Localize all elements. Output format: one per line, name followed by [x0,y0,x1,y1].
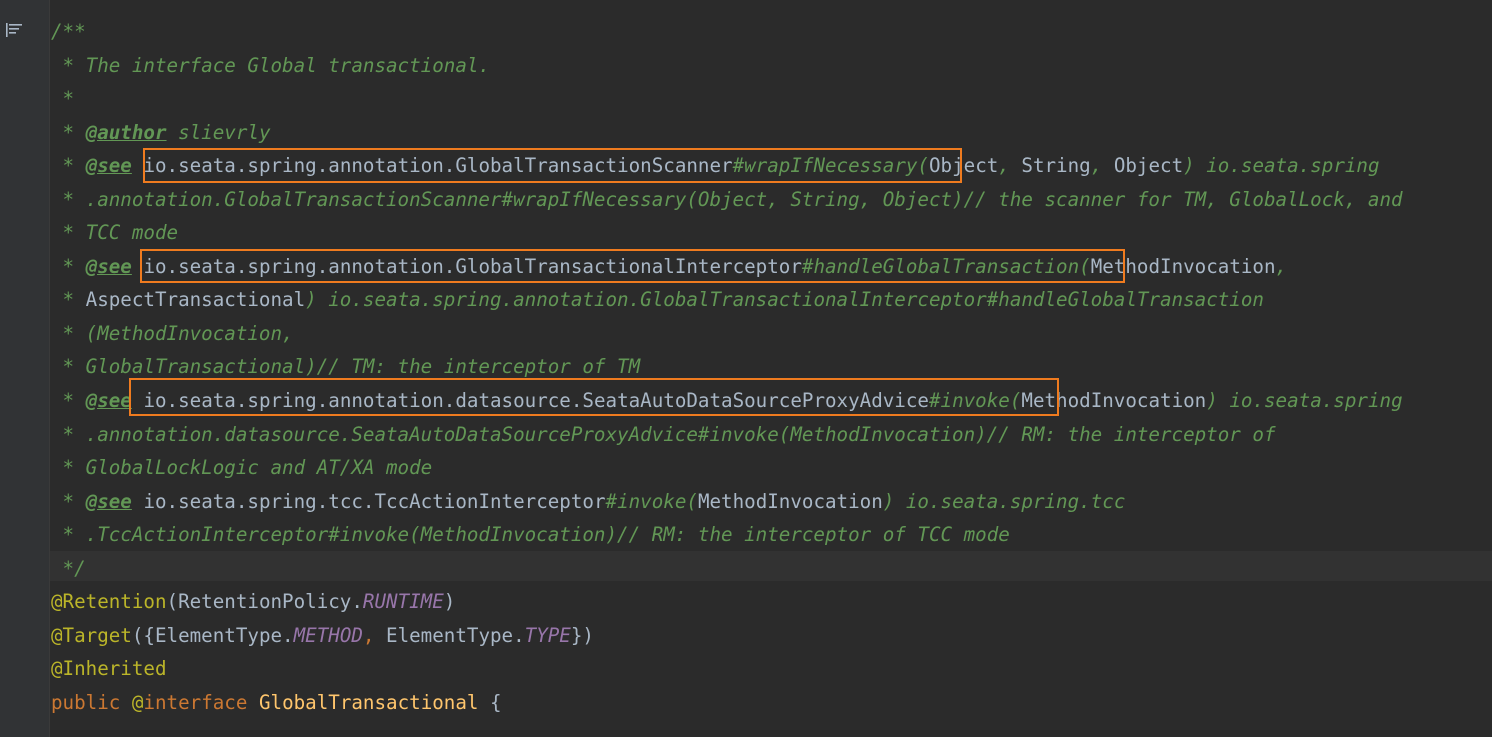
code-token: Object [1113,154,1184,178]
code-token: * .TccActionInterceptor#invoke(MethodInv… [51,523,1010,547]
code-line[interactable]: * AspectTransactional) io.seata.spring.a… [51,283,1492,317]
code-token: * [51,120,86,144]
code-token: * [51,87,75,111]
code-line[interactable]: * @see io.seata.spring.annotation.Global… [51,250,1492,284]
code-line[interactable]: * @see io.seata.spring.annotation.dataso… [51,384,1492,418]
code-token: MethodInvocation [1090,254,1276,278]
code-token: @Retention [51,590,167,614]
code-line[interactable]: /** [51,15,1492,49]
code-token: ) io.seata.spring [1183,154,1380,178]
code-token: AspectTransactional [85,288,306,312]
code-token: public [51,690,132,714]
code-token: @Inherited [51,657,167,681]
code-token: * .annotation.datasource.SeataAutoDataSo… [51,422,1276,446]
code-line[interactable]: * @see io.seata.spring.annotation.Global… [51,149,1492,183]
code-token: #wrapIfNecessary( [732,154,929,178]
code-lines[interactable]: /** * The interface Global transactional… [51,15,1492,719]
code-line[interactable]: * TCC mode [51,216,1492,250]
code-line[interactable]: * .annotation.GlobalTransactionScanner#w… [51,183,1492,217]
code-token: ) io.seata.spring.tcc [882,489,1126,513]
code-token: * GlobalLockLogic and AT/XA mode [51,456,433,480]
code-token: io.seata.spring.annotation.GlobalTransac… [143,254,802,278]
code-line[interactable]: * .annotation.datasource.SeataAutoDataSo… [51,418,1492,452]
code-token: RUNTIME [362,590,444,614]
code-line[interactable]: * .TccActionInterceptor#invoke(MethodInv… [51,518,1492,552]
code-token: GlobalTransactional [258,690,479,714]
code-line[interactable]: */ [51,552,1492,586]
code-token: * [51,254,86,278]
code-line[interactable]: * @see io.seata.spring.tcc.TccActionInte… [51,485,1492,519]
code-token: interface [143,690,259,714]
code-token: /** [51,20,86,43]
code-token: * .annotation.GlobalTransactionScanner#w… [51,187,1403,211]
code-token: @ [131,690,144,714]
code-token: @author [85,120,167,144]
code-line[interactable]: * [51,82,1492,116]
code-token: * (MethodInvocation, [51,321,294,345]
code-token: TYPE [524,623,571,647]
code-token: , [998,154,1022,178]
code-token: #handleGlobalTransaction( [801,254,1091,278]
code-token: , [1275,254,1288,278]
code-token: @see [85,154,132,178]
structure-list-icon[interactable] [5,22,23,38]
code-token: ElementType. [386,623,525,647]
code-token: * The interface Global transactional. [51,53,490,77]
code-line[interactable]: @Inherited [51,652,1492,686]
code-token: String [1021,154,1091,178]
code-token: ) io.seata.spring [1206,389,1403,413]
code-token: ({ElementType. [131,623,294,647]
code-token: @Target [51,623,132,647]
code-line[interactable]: public @interface GlobalTransactional { [51,686,1492,720]
code-token: ) [443,590,456,614]
code-token: @see [85,389,132,413]
code-token: io.seata.spring.annotation.GlobalTransac… [143,154,733,178]
code-token: Object [928,154,999,178]
code-token: * [51,489,86,513]
code-token: METHOD [293,623,363,647]
code-token: io.seata.spring.tcc.TccActionInterceptor [143,489,606,513]
code-token: #invoke( [605,489,698,513]
code-token: * TCC mode [51,221,179,245]
code-token: * GlobalTransactional)// TM: the interce… [51,355,641,379]
code-token: { [478,690,502,714]
code-token: slievrly [166,120,271,144]
code-line[interactable]: * (MethodInvocation, [51,317,1492,351]
code-token: @see [85,254,132,278]
code-token: ) io.seata.spring.annotation.GlobalTrans… [305,288,1264,312]
code-token: (RetentionPolicy. [166,590,363,614]
code-token: @see [85,489,132,513]
code-token: , [1090,154,1114,178]
code-line[interactable]: @Target({ElementType.METHOD, ElementType… [51,619,1492,653]
code-line[interactable]: * The interface Global transactional. [51,49,1492,83]
code-line[interactable]: * GlobalLockLogic and AT/XA mode [51,451,1492,485]
code-line[interactable]: * GlobalTransactional)// TM: the interce… [51,350,1492,384]
code-token: , [362,623,387,647]
code-token: */ [51,556,86,580]
code-token: * [51,288,86,312]
code-token: #invoke( [928,389,1022,413]
code-token: io.seata.spring.annotation.datasource.Se… [143,389,929,413]
code-token: * [51,154,86,178]
code-editor[interactable]: /** * The interface Global transactional… [0,0,1492,737]
code-token: MethodInvocation [1021,389,1207,413]
code-token: }) [570,623,594,647]
editor-gutter [0,0,50,737]
code-token: MethodInvocation [697,489,883,513]
code-token: * [51,389,86,413]
code-line[interactable]: @Retention(RetentionPolicy.RUNTIME) [51,585,1492,619]
code-line[interactable]: * @author slievrly [51,116,1492,150]
